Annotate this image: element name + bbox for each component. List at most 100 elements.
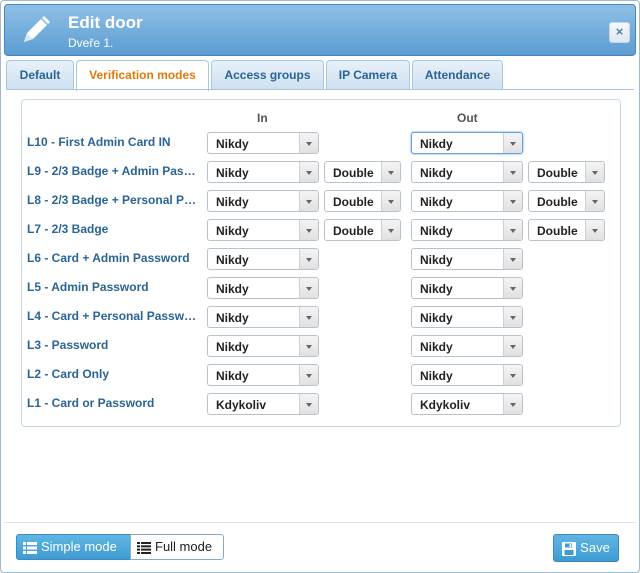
select-value: Nikdy <box>420 137 453 151</box>
select-value: Kdykoliv <box>420 398 471 412</box>
edit-door-dialog: Edit door Dveře 1. × Default Verificatio… <box>0 0 640 573</box>
title-bar: Edit door Dveře 1. × <box>4 4 636 56</box>
l4-out-select[interactable]: Nikdy <box>411 306 523 328</box>
select-value: Nikdy <box>420 253 453 267</box>
tab-divider <box>6 89 634 90</box>
select-value: Nikdy <box>420 340 453 354</box>
chevron-down-icon <box>381 162 400 182</box>
chevron-down-icon <box>299 162 318 182</box>
chevron-down-icon <box>585 191 604 211</box>
footer-divider <box>4 522 636 523</box>
row-label-l4: L4 - Card + Personal Password <box>27 309 199 323</box>
dialog-subtitle: Dveře 1. <box>68 36 114 50</box>
column-header-out: Out <box>457 111 478 125</box>
l8-in-select[interactable]: Nikdy <box>207 190 319 212</box>
select-value: Nikdy <box>420 224 453 238</box>
tab-access-groups[interactable]: Access groups <box>211 60 324 89</box>
select-value: Double <box>333 166 374 180</box>
row-label-l8: L8 - 2/3 Badge + Personal Password <box>27 193 199 207</box>
chevron-down-icon <box>299 365 318 385</box>
l7-in-select[interactable]: Nikdy <box>207 219 319 241</box>
l5-in-select[interactable]: Nikdy <box>207 277 319 299</box>
chevron-down-icon <box>299 336 318 356</box>
l9-in-extra-select[interactable]: Double <box>324 161 401 183</box>
tab-verification-modes[interactable]: Verification modes <box>76 60 209 91</box>
l10-out-select[interactable]: Nikdy <box>411 132 523 154</box>
select-value: Double <box>537 224 578 238</box>
save-label: Save <box>580 540 610 555</box>
l6-in-select[interactable]: Nikdy <box>207 248 319 270</box>
l7-out-select[interactable]: Nikdy <box>411 219 523 241</box>
select-value: Double <box>537 195 578 209</box>
chevron-down-icon <box>503 394 522 414</box>
select-value: Nikdy <box>216 311 249 325</box>
row-label-l2: L2 - Card Only <box>27 367 110 381</box>
l1-out-select[interactable]: Kdykoliv <box>411 393 523 415</box>
l6-out-select[interactable]: Nikdy <box>411 248 523 270</box>
chevron-down-icon <box>299 133 318 153</box>
chevron-down-icon <box>585 162 604 182</box>
select-value: Nikdy <box>216 195 249 209</box>
row-label-l9: L9 - 2/3 Badge + Admin Password <box>27 164 199 178</box>
select-value: Nikdy <box>420 369 453 383</box>
select-value: Nikdy <box>420 282 453 296</box>
chevron-down-icon <box>585 220 604 240</box>
l3-out-select[interactable]: Nikdy <box>411 335 523 357</box>
l7-in-extra-select[interactable]: Double <box>324 219 401 241</box>
row-label-l5: L5 - Admin Password <box>27 280 149 294</box>
pencil-icon <box>24 16 50 42</box>
chevron-down-icon <box>503 307 522 327</box>
l9-out-extra-select[interactable]: Double <box>528 161 605 183</box>
tab-default[interactable]: Default <box>6 60 74 89</box>
l8-in-extra-select[interactable]: Double <box>324 190 401 212</box>
row-label-l10: L10 - First Admin Card IN <box>27 135 171 149</box>
row-label-l1: L1 - Card or Password <box>27 396 155 410</box>
select-value: Nikdy <box>420 311 453 325</box>
l8-out-extra-select[interactable]: Double <box>528 190 605 212</box>
chevron-down-icon <box>503 220 522 240</box>
simple-mode-button[interactable]: Simple mode <box>16 534 131 560</box>
row-label-l7: L7 - 2/3 Badge <box>27 222 109 236</box>
list-icon <box>137 541 151 554</box>
l1-in-select[interactable]: Kdykoliv <box>207 393 319 415</box>
tab-attendance[interactable]: Attendance <box>412 60 503 89</box>
l9-in-select[interactable]: Nikdy <box>207 161 319 183</box>
select-value: Nikdy <box>216 253 249 267</box>
chevron-down-icon <box>503 365 522 385</box>
full-mode-label: Full mode <box>155 539 213 554</box>
close-button[interactable]: × <box>609 22 630 43</box>
select-value: Nikdy <box>216 224 249 238</box>
l2-out-select[interactable]: Nikdy <box>411 364 523 386</box>
select-value: Nikdy <box>216 340 249 354</box>
dialog-title: Edit door <box>68 13 143 32</box>
l3-in-select[interactable]: Nikdy <box>207 335 319 357</box>
save-button[interactable]: Save <box>553 534 619 562</box>
l7-out-extra-select[interactable]: Double <box>528 219 605 241</box>
l5-out-select[interactable]: Nikdy <box>411 277 523 299</box>
full-mode-button[interactable]: Full mode <box>130 534 224 560</box>
chevron-down-icon <box>503 133 522 153</box>
chevron-down-icon <box>503 336 522 356</box>
l10-in-select[interactable]: Nikdy <box>207 132 319 154</box>
l8-out-select[interactable]: Nikdy <box>411 190 523 212</box>
select-value: Nikdy <box>216 282 249 296</box>
select-value: Kdykoliv <box>216 398 267 412</box>
chevron-down-icon <box>503 249 522 269</box>
select-value: Double <box>537 166 578 180</box>
chevron-down-icon <box>299 278 318 298</box>
select-value: Nikdy <box>216 166 249 180</box>
chevron-down-icon <box>503 162 522 182</box>
select-value: Double <box>333 224 374 238</box>
l2-in-select[interactable]: Nikdy <box>207 364 319 386</box>
chevron-down-icon <box>299 307 318 327</box>
chevron-down-icon <box>503 191 522 211</box>
l4-in-select[interactable]: Nikdy <box>207 306 319 328</box>
chevron-down-icon <box>299 249 318 269</box>
l9-out-select[interactable]: Nikdy <box>411 161 523 183</box>
tab-ip-camera[interactable]: IP Camera <box>326 60 410 89</box>
row-label-l3: L3 - Password <box>27 338 109 352</box>
row-label-l6: L6 - Card + Admin Password <box>27 251 190 265</box>
select-value: Nikdy <box>420 166 453 180</box>
chevron-down-icon <box>299 220 318 240</box>
select-value: Nikdy <box>420 195 453 209</box>
